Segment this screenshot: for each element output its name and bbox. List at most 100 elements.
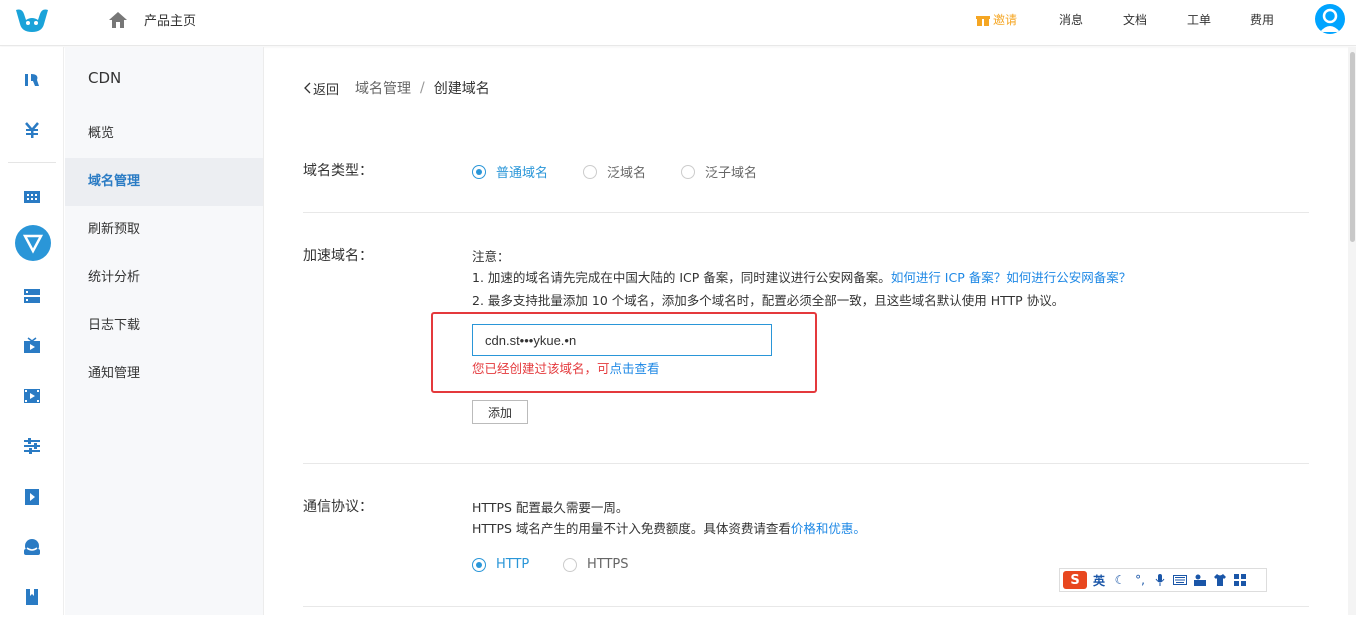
add-domain-button[interactable]: 添加 <box>472 400 528 424</box>
rail-item-server[interactable] <box>0 276 64 316</box>
play-icon <box>25 489 39 505</box>
rail-item-vod[interactable] <box>0 376 64 416</box>
radio-label: 泛子域名 <box>705 166 758 181</box>
sidebar-item-domain-management[interactable]: 域名管理 <box>65 158 263 206</box>
main-content: 返回 域名管理 / 创建域名 域名类型： 普通域名 泛域名 泛子域名 加速域名：… <box>265 47 1348 615</box>
apps-grid-icon[interactable] <box>1233 574 1247 586</box>
radio-label: HTTP <box>496 557 530 572</box>
skin-shirt-icon[interactable] <box>1213 574 1227 586</box>
sidebar-item-overview[interactable]: 概览 <box>65 110 263 158</box>
billing-label: 费用 <box>1250 13 1275 27</box>
rail-divider <box>8 162 56 163</box>
note-line-2: 2. 最多支持批量添加 10 个域名，添加多个域名时，配置必须全部一致，且这些域… <box>472 293 1065 308</box>
docs-link[interactable]: 文档 <box>1123 11 1147 28</box>
rail-item-storage[interactable] <box>0 577 64 617</box>
sliders-icon <box>24 438 40 454</box>
docs-label: 文档 <box>1123 13 1148 27</box>
note-1-text: 1. 加速的域名请先完成在中国大陆的 ICP 备案，同时建议进行公安网备案。 <box>472 270 891 285</box>
protocol-label: 通信协议： <box>303 499 373 515</box>
user-avatar[interactable] <box>1315 4 1345 34</box>
sogou-logo-icon: S <box>1063 571 1087 589</box>
chevron-left-icon <box>304 82 311 94</box>
rail-item-overview[interactable] <box>0 60 64 100</box>
back-link[interactable]: 返回 <box>303 79 339 98</box>
grid-icon <box>24 191 40 203</box>
radio-wildcard-domain[interactable]: 泛域名 <box>583 162 646 181</box>
rail-item-media[interactable] <box>0 477 64 517</box>
note-title: 注意： <box>472 249 510 264</box>
rail-item-messaging[interactable] <box>0 527 64 567</box>
tv-icon <box>24 337 40 353</box>
rail-item-cdn[interactable] <box>15 225 51 261</box>
rail-item-dashboard[interactable] <box>0 177 64 217</box>
breadcrumb-current: 创建域名 <box>433 81 490 97</box>
qcloud-icon <box>25 74 39 86</box>
radio-label: 普通域名 <box>496 166 549 181</box>
domain-input[interactable] <box>472 324 772 356</box>
rail-item-live[interactable] <box>0 326 64 366</box>
product-icon-rail <box>0 47 64 615</box>
radio-dot <box>472 557 486 572</box>
punctuation-icon[interactable]: °, <box>1133 573 1147 587</box>
yuan-icon <box>25 122 39 138</box>
protocol-line-1: HTTPS 配置最久需要一周。 <box>472 500 629 515</box>
radio-https[interactable]: HTTPS <box>563 557 629 572</box>
sidebar-title: CDN <box>88 69 122 87</box>
note-line-1: 1. 加速的域名请先完成在中国大陆的 ICP 备案，同时建议进行公安网备案。如何… <box>472 267 1131 286</box>
ime-toolbar[interactable]: S 英 ☾ °, <box>1059 568 1267 592</box>
rail-item-settings[interactable] <box>0 426 64 466</box>
radio-dot <box>583 164 597 179</box>
product-home-link[interactable]: 产品主页 <box>108 10 196 29</box>
radio-dot <box>472 164 486 179</box>
radio-label: HTTPS <box>587 557 629 572</box>
film-icon <box>24 389 40 403</box>
radio-dot <box>681 164 695 179</box>
view-domain-link[interactable]: 点击查看 <box>610 361 660 376</box>
breadcrumb: 返回 域名管理 / 创建域名 <box>303 78 490 98</box>
icp-filing-link[interactable]: 如何进行 ICP 备案？如何进行公安网备案？ <box>891 270 1131 285</box>
invite-label: 邀请 <box>993 13 1018 27</box>
radio-normal-domain[interactable]: 普通域名 <box>472 162 548 181</box>
top-bar: 产品主页 邀请 消息 文档 工单 费用 <box>0 0 1356 46</box>
scrollbar-thumb[interactable] <box>1350 52 1355 242</box>
messages-link[interactable]: 消息 <box>1059 11 1083 28</box>
cdn-icon <box>22 234 44 254</box>
radio-http[interactable]: HTTP <box>472 557 529 572</box>
microphone-icon[interactable] <box>1153 573 1167 587</box>
tickets-link[interactable]: 工单 <box>1187 11 1211 28</box>
radio-label: 泛域名 <box>607 166 647 181</box>
radio-wildcard-subdomain[interactable]: 泛子域名 <box>681 162 757 181</box>
server-icon <box>24 289 40 303</box>
domain-type-label: 域名类型： <box>303 163 373 179</box>
sidebar-item-notifications[interactable]: 通知管理 <box>65 350 263 398</box>
protocol-line-2-text: HTTPS 域名产生的用量不计入免费额度。具体资费请查看 <box>472 521 791 536</box>
breadcrumb-separator: / <box>420 80 425 96</box>
accel-domain-label: 加速域名： <box>303 248 373 264</box>
home-icon <box>109 11 127 28</box>
ime-mode-label[interactable]: 英 <box>1091 572 1107 589</box>
rail-item-billing[interactable] <box>0 110 64 150</box>
gift-icon <box>976 15 990 26</box>
error-text: 您已经创建过该域名，可 <box>472 361 610 376</box>
radio-dot <box>563 557 577 572</box>
section-divider <box>303 212 1309 213</box>
sidebar-item-refresh-prefetch[interactable]: 刷新预取 <box>65 206 263 254</box>
breadcrumb-parent[interactable]: 域名管理 <box>355 78 411 98</box>
section-divider <box>303 606 1309 607</box>
tickets-label: 工单 <box>1187 13 1212 27</box>
user-toolbox-icon[interactable] <box>1193 574 1207 586</box>
cloud-user-icon <box>24 539 40 555</box>
cdn-sidebar: CDN 概览 域名管理 刷新预取 统计分析 日志下载 通知管理 <box>65 47 264 615</box>
bookmark-icon <box>26 589 38 605</box>
billing-link[interactable]: 费用 <box>1250 11 1274 28</box>
section-divider <box>303 463 1309 464</box>
qcloud-logo-icon[interactable] <box>12 6 52 36</box>
product-home-label: 产品主页 <box>144 14 197 29</box>
pricing-link[interactable]: 价格和优惠。 <box>791 521 866 536</box>
keyboard-icon[interactable] <box>1173 575 1187 585</box>
sidebar-item-statistics[interactable]: 统计分析 <box>65 254 263 302</box>
invite-link[interactable]: 邀请 <box>976 11 1017 28</box>
moon-icon[interactable]: ☾ <box>1113 573 1127 587</box>
user-icon <box>1320 8 1340 32</box>
sidebar-item-log-download[interactable]: 日志下载 <box>65 302 263 350</box>
